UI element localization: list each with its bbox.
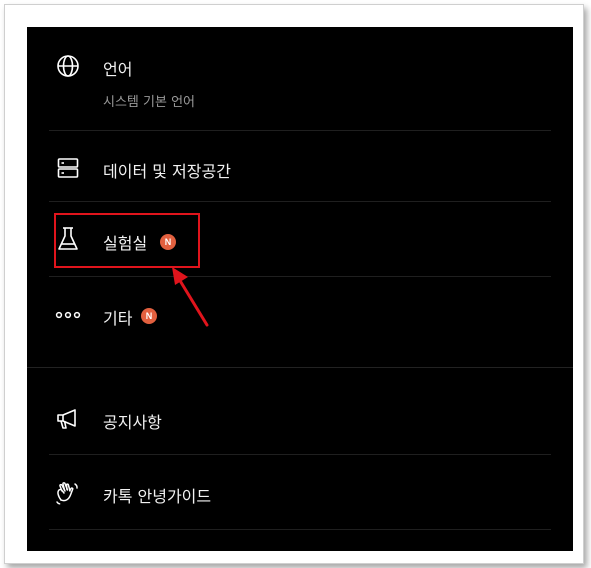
settings-screen: 언어 시스템 기본 언어 데이터 및 저장공간 실험실 N 기타 N 공지사항 … [27,27,573,551]
screenshot-frame: 언어 시스템 기본 언어 데이터 및 저장공간 실험실 N 기타 N 공지사항 … [4,4,584,564]
annotation-arrow [172,267,209,327]
